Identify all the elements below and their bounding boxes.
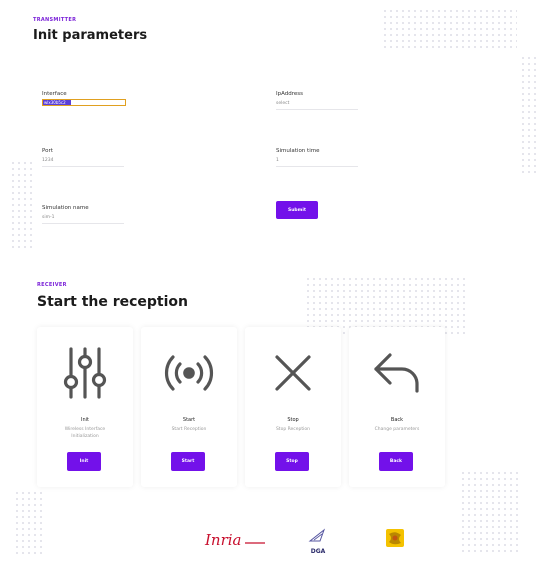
start-button[interactable]: Start [171, 452, 205, 471]
simulation-time-label: Simulation time [276, 148, 320, 154]
dga-logo-text: DGA [310, 548, 326, 555]
simulation-time-field[interactable]: Simulation time 1 [276, 148, 358, 167]
yellow-emblem-icon [386, 529, 404, 547]
dot-pattern-top-right [382, 8, 517, 48]
interface-field: Interface wlx30b5c2 [42, 91, 126, 106]
back-button[interactable]: Back [379, 452, 413, 471]
stop-button[interactable]: Stop [275, 452, 309, 471]
card-stop: Stop Stop Reception Stop [245, 327, 341, 487]
card-back-description: Change parameters [374, 427, 420, 432]
card-stop-title: Stop [287, 417, 299, 423]
interface-label: Interface [42, 91, 67, 97]
card-init-title: Init [81, 417, 89, 423]
ip-address-label: IpAddress [276, 91, 304, 97]
inria-underline-icon [245, 542, 265, 544]
dga-logo: DGA [306, 528, 330, 555]
submit-button[interactable]: Submit [276, 201, 318, 219]
interface-input[interactable]: wlx30b5c2 [42, 99, 126, 106]
dot-pattern-bottom-right [460, 470, 520, 555]
dot-pattern-right [520, 55, 536, 175]
card-start-description: Start Reception [171, 427, 207, 432]
dot-pattern-bottom-left [14, 490, 44, 555]
cropped-logos-icon [0, 265, 537, 266]
yellow-emblem-logo [385, 528, 405, 548]
card-start: Start Start Reception Start [141, 327, 237, 487]
receiver-title: Start the reception [37, 294, 189, 310]
transmitter-section-label: TRANSMITTER [33, 17, 77, 23]
ip-address-select[interactable]: select [276, 101, 358, 110]
back-arrow-icon [374, 353, 419, 393]
simulation-name-field[interactable]: Simulation name sim-1 [42, 205, 124, 224]
broadcast-icon [165, 355, 213, 391]
card-stop-description: Stop Reception [275, 427, 311, 432]
cropped-logo-strip [0, 258, 537, 266]
card-init: Init Wireless Interface Initialization I… [37, 327, 133, 487]
init-button[interactable]: Init [67, 452, 101, 471]
port-label: Port [42, 148, 53, 154]
close-x-icon [275, 355, 311, 391]
sliders-icon [63, 347, 107, 399]
inria-logo-text: Inria [205, 531, 242, 549]
transmitter-title: Init parameters [33, 28, 148, 43]
simulation-name-label: Simulation name [42, 205, 89, 211]
inria-logo: Inria [205, 530, 265, 549]
dot-pattern-left [10, 160, 32, 250]
port-input[interactable]: 1234 [42, 158, 124, 167]
dga-emblem-icon [308, 528, 326, 542]
receiver-section-label: RECEIVER [37, 282, 67, 288]
card-init-description: Wireless Interface Initialization [37, 427, 133, 440]
interface-selected-text: wlx30b5c2 [43, 100, 71, 105]
ip-address-field[interactable]: IpAddress select [276, 91, 358, 110]
card-back: Back Change parameters Back [349, 327, 445, 487]
port-field[interactable]: Port 1234 [42, 148, 124, 167]
simulation-time-input[interactable]: 1 [276, 158, 358, 167]
card-start-title: Start [182, 417, 196, 423]
card-init-description-line-2: Initialization [71, 433, 99, 439]
simulation-name-input[interactable]: sim-1 [42, 215, 124, 224]
card-back-title: Back [390, 417, 404, 423]
